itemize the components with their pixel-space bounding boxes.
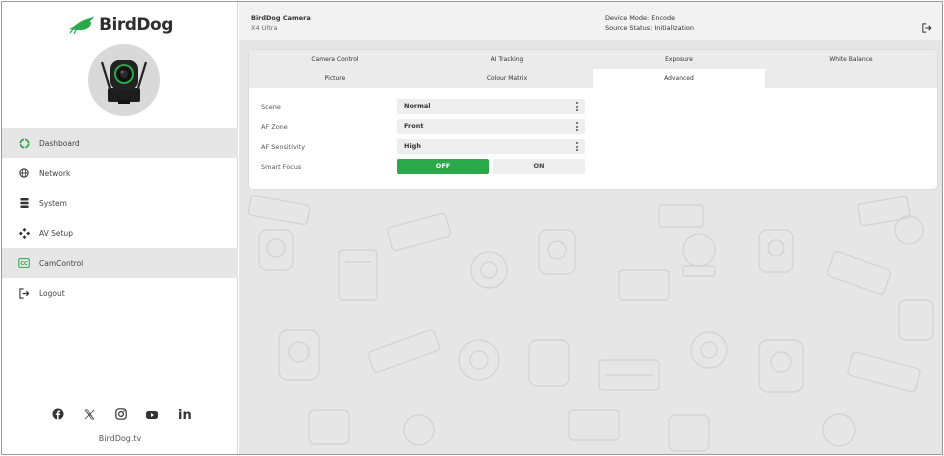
- cc-icon: CC: [18, 257, 30, 269]
- tab-picture[interactable]: Picture: [249, 69, 421, 88]
- advanced-settings: Scene Normal AF Zone Front AF Sensitivit…: [249, 88, 937, 189]
- camera-avatar: [88, 44, 160, 116]
- database-icon: [18, 197, 30, 209]
- smart-focus-on-button[interactable]: ON: [493, 159, 585, 174]
- tab-spacer: [765, 69, 937, 88]
- youtube-icon[interactable]: [146, 405, 159, 424]
- scene-row: Scene Normal: [249, 98, 937, 116]
- af-zone-value: Front: [404, 122, 424, 130]
- bird-logo-icon: [69, 16, 95, 35]
- kebab-menu-icon: [576, 102, 578, 111]
- sidebar-item-av-setup[interactable]: AV Setup: [2, 218, 238, 248]
- app-window: BirdDog Dashboard Network System AV Setu…: [1, 1, 943, 455]
- sidebar-item-logout[interactable]: Logout: [2, 278, 238, 308]
- sidebar: BirdDog Dashboard Network System AV Setu…: [2, 2, 238, 454]
- camera-model: X4 Ultra: [251, 24, 278, 32]
- sidebar-item-camcontrol[interactable]: CC CamControl: [2, 248, 238, 278]
- social-links: in: [52, 405, 192, 424]
- scene-label: Scene: [261, 103, 281, 111]
- header-logout-icon[interactable]: [922, 18, 932, 33]
- brand-name: BirdDog: [99, 15, 173, 35]
- facebook-icon[interactable]: [52, 405, 64, 424]
- svg-text:in: in: [178, 408, 192, 420]
- tab-advanced[interactable]: Advanced: [593, 69, 765, 88]
- af-sensitivity-row: AF Sensitivity High: [249, 138, 937, 156]
- smart-focus-off-button[interactable]: OFF: [397, 159, 489, 174]
- sidebar-nav: Dashboard Network System AV Setup CC Cam…: [2, 128, 238, 308]
- tab-exposure[interactable]: Exposure: [593, 50, 765, 69]
- x-icon[interactable]: [84, 405, 95, 424]
- sidebar-item-network[interactable]: Network: [2, 158, 238, 188]
- instagram-icon[interactable]: [114, 405, 127, 424]
- av-setup-icon: [18, 227, 30, 239]
- device-mode: Device Mode: Encode: [605, 14, 676, 22]
- sidebar-item-label: CamControl: [39, 258, 84, 268]
- sidebar-item-label: AV Setup: [39, 228, 73, 238]
- af-zone-label: AF Zone: [261, 123, 288, 131]
- logout-icon: [18, 287, 30, 299]
- af-sensitivity-label: AF Sensitivity: [261, 143, 306, 151]
- tab-bar: Camera Control AI Tracking Exposure Whit…: [249, 50, 937, 88]
- af-sensitivity-value: High: [404, 142, 421, 150]
- sidebar-item-label: Dashboard: [39, 138, 80, 148]
- main-content: Camera Control AI Tracking Exposure Whit…: [239, 40, 942, 454]
- af-sensitivity-select[interactable]: High: [397, 139, 585, 154]
- globe-icon: [18, 167, 30, 179]
- dashboard-icon: [18, 137, 30, 149]
- settings-panel: Camera Control AI Tracking Exposure Whit…: [249, 50, 937, 189]
- af-zone-select[interactable]: Front: [397, 119, 585, 134]
- linkedin-icon[interactable]: in: [178, 405, 192, 424]
- sidebar-item-system[interactable]: System: [2, 188, 238, 218]
- source-status: Source Status: Initialization: [605, 24, 694, 32]
- site-link[interactable]: BirdDog.tv: [2, 434, 238, 443]
- sidebar-item-label: Logout: [39, 288, 65, 298]
- top-header: BirdDog Camera X4 Ultra Device Mode: Enc…: [239, 2, 942, 40]
- af-zone-row: AF Zone Front: [249, 118, 937, 136]
- tab-camera-control[interactable]: Camera Control: [249, 50, 421, 69]
- sidebar-item-dashboard[interactable]: Dashboard: [2, 128, 238, 158]
- tab-colour-matrix[interactable]: Colour Matrix: [421, 69, 593, 88]
- scene-select[interactable]: Normal: [397, 99, 585, 114]
- kebab-menu-icon: [576, 142, 578, 151]
- kebab-menu-icon: [576, 122, 578, 131]
- svg-text:CC: CC: [20, 261, 28, 267]
- smart-focus-label: Smart Focus: [261, 163, 302, 171]
- camera-name: BirdDog Camera: [251, 14, 311, 22]
- scene-value: Normal: [404, 102, 431, 110]
- smart-focus-row: Smart Focus OFF ON: [249, 158, 937, 176]
- sidebar-item-label: Network: [39, 168, 71, 178]
- tab-ai-tracking[interactable]: AI Tracking: [421, 50, 593, 69]
- sidebar-item-label: System: [39, 198, 67, 208]
- brand-logo[interactable]: BirdDog: [2, 10, 238, 40]
- tab-white-balance[interactable]: White Balance: [765, 50, 937, 69]
